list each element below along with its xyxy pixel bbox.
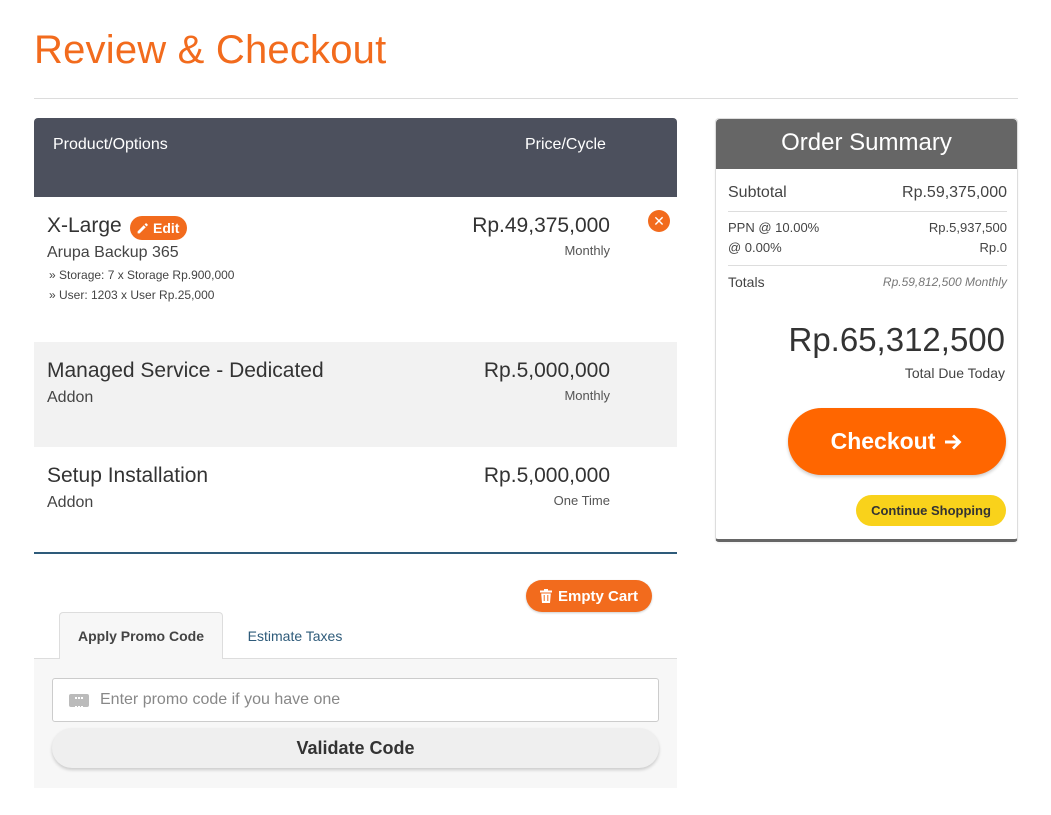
total-due-amount: Rp.65,312,500 [788,321,1005,358]
tax-label: @ 0.00% [728,240,782,255]
subtotal-label: Subtotal [728,184,787,201]
item-cycle: One Time [553,493,610,508]
item-name: X-Large [47,214,122,237]
totals-label: Totals [728,274,765,290]
total-due-label: Total Due Today [904,365,1005,381]
promo-tabs: Apply Promo Code Estimate Taxes Validate… [34,612,677,788]
totals-value: Rp.59,812,500 Monthly [882,275,1007,289]
totals-row: Totals Rp.59,812,500 Monthly [728,274,1007,292]
item-price: Rp.49,375,000 [472,214,610,237]
page-title: Review & Checkout [34,28,387,72]
checkout-label: Checkout [830,428,936,454]
promo-pane: Validate Code [34,659,677,788]
edit-label: Edit [153,220,180,236]
subtotal-row: Subtotal Rp.59,375,000 [728,184,1007,204]
tax-row: PPN @ 10.00% Rp.5,937,500 [728,220,1007,238]
arrow-right-icon [945,434,962,449]
item-name: Setup Installation [47,464,209,487]
tax-row: @ 0.00% Rp.0 [728,240,1007,258]
item-name: Managed Service - Dedicated [47,359,324,382]
item-price: Rp.5,000,000 [483,359,610,382]
title-divider [34,98,1018,99]
summary-divider [728,265,1007,266]
continue-shopping-button[interactable]: Continue Shopping [856,495,1006,526]
empty-cart-label: Empty Cart [557,587,639,605]
tax-value: Rp.5,937,500 [928,220,1007,235]
item-group: Arupa Backup 365 [47,244,179,261]
tax-label: PPN @ 10.00% [728,220,820,235]
pencil-icon [137,222,148,233]
item-cycle: Monthly [564,243,610,258]
validate-code-button[interactable]: Validate Code [52,728,659,768]
cart-item-managed-service: Managed Service - Dedicated Addon Rp.5,0… [34,342,677,447]
promo-code-input[interactable] [100,691,640,709]
header-product-options: Product/Options [53,136,168,153]
tab-apply-promo-code[interactable]: Apply Promo Code [59,612,223,660]
edit-button[interactable]: Edit [130,216,188,240]
cart-item-xlarge: X-Large Edit Arupa Backup 365 » Storage:… [34,197,677,342]
cart-table: Product/Options Price/Cycle X-Large Edit… [34,118,677,552]
ticket-icon [69,693,89,708]
item-cycle: Monthly [564,388,610,403]
item-group: Addon [47,494,94,511]
order-summary: Order Summary Subtotal Rp.59,375,000 PPN… [715,118,1018,542]
item-option: » Storage: 7 x Storage Rp.900,000 [49,268,235,282]
summary-divider [728,211,1007,212]
item-price: Rp.5,000,000 [483,464,610,487]
times-circle-icon[interactable]: ✕ [648,210,670,232]
tab-estimate-taxes[interactable]: Estimate Taxes [223,612,367,659]
header-price-cycle: Price/Cycle [525,136,606,153]
tax-value: Rp.0 [979,240,1007,255]
tab-strip: Apply Promo Code Estimate Taxes [34,612,677,660]
trash-icon [539,589,552,603]
cart-item-setup-installation: Setup Installation Addon Rp.5,000,000 On… [34,447,677,552]
checkout-button[interactable]: Checkout [788,408,1006,475]
item-option: » User: 1203 x User Rp.25,000 [49,288,215,302]
cart-header: Product/Options Price/Cycle [34,118,677,197]
empty-cart-button[interactable]: Empty Cart [526,580,652,612]
cart-divider [34,552,677,554]
subtotal-value: Rp.59,375,000 [902,184,1007,201]
promo-input-group [52,678,659,722]
order-summary-title: Order Summary [716,119,1017,169]
item-group: Addon [47,389,94,406]
